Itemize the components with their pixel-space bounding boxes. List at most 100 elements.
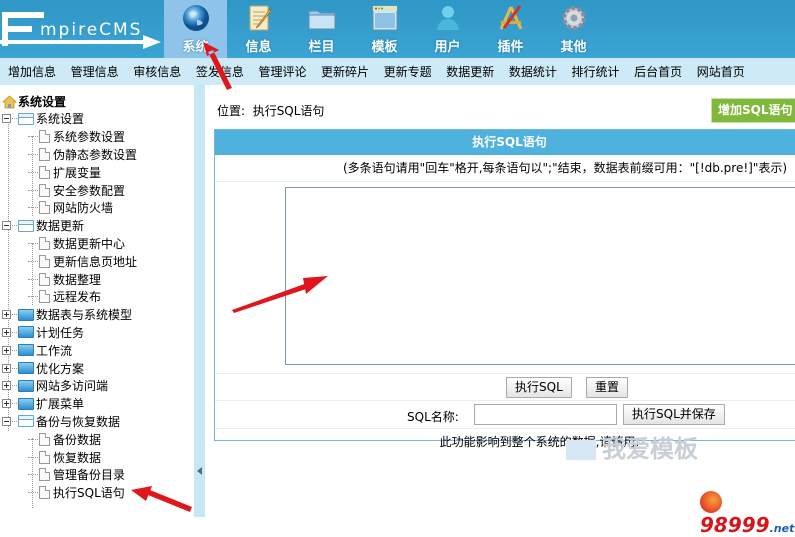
warning-text: 此功能影响到整个系统的数据,请慎用. [439,435,640,449]
collapse-icon[interactable] [2,416,11,426]
tree-group-optimization[interactable]: 优化方案 [2,359,137,377]
tree-item[interactable]: 更新信息页地址 [2,252,137,270]
gear-icon [561,6,586,30]
tree-group-system-settings[interactable]: 系统设置 [2,110,137,128]
nav-label: 插件 [497,40,524,55]
tree-item-label: 管理备份目录 [53,468,126,483]
tree-item[interactable]: 扩展变量 [2,163,137,181]
menu-data-update[interactable]: 数据更新 [446,63,494,80]
tree-group-multi-access[interactable]: 网站多访问端 [2,377,137,395]
sql-textarea[interactable] [285,187,795,365]
sidebar-splitter[interactable] [194,85,205,517]
document-icon [39,201,50,215]
tree-item[interactable]: 网站防火墙 [2,199,137,217]
tree-item[interactable]: 数据更新中心 [2,235,137,253]
document-icon [39,183,50,197]
menu-manage-comments[interactable]: 管理评论 [258,63,306,80]
tree-group-extended-menu[interactable]: 扩展菜单 [2,395,137,413]
menu-update-fragments[interactable]: 更新碎片 [321,63,369,80]
nav-info[interactable]: 信息 [227,0,290,58]
brand-suffix: .net [769,521,795,535]
expand-icon[interactable] [2,381,11,391]
menu-data-stats[interactable]: 数据统计 [509,63,557,80]
globe-icon [182,5,209,31]
logo-text: mpireCMS [40,20,143,40]
expand-icon[interactable] [2,345,11,355]
expand-icon[interactable] [2,327,11,337]
tree-group-workflow[interactable]: 工作流 [2,341,137,359]
document-icon [39,450,50,464]
expand-icon[interactable] [2,310,11,320]
execute-sql-button[interactable]: 执行SQL [506,377,572,398]
sql-textarea-row [215,182,795,374]
document-icon [39,432,50,446]
add-sql-button[interactable]: 增加SQL语句 [711,98,795,123]
nav-plugin[interactable]: 插件 [479,0,542,58]
watermark-brand: 98999.net [700,488,795,537]
nav-column[interactable]: 栏目 [290,0,353,58]
collapse-sidebar-icon[interactable] [197,467,202,475]
tree-item[interactable]: 伪静态参数设置 [2,146,137,164]
tree-item[interactable]: 恢复数据 [2,448,137,466]
collapse-icon[interactable] [2,221,11,231]
tree-item[interactable]: 数据整理 [2,270,137,288]
tools-icon [499,5,522,30]
document-icon [39,468,50,482]
tree-item[interactable]: 系统参数设置 [2,128,137,146]
nav-user[interactable]: 用户 [416,0,479,58]
document-icon [39,147,50,161]
tree-group-data-update[interactable]: 数据更新 [2,217,137,235]
tree-item-execute-sql[interactable]: 执行SQL语句 [2,484,137,502]
tree-group-label: 备份与恢复数据 [36,414,121,429]
top-bar: mpireCMS 系统 信息 栏目 模板 用户 插件 其他 [0,0,795,58]
expand-icon[interactable] [2,399,11,409]
folder-icon [18,362,34,375]
expand-icon[interactable] [2,363,11,373]
tree-item-label: 远程发布 [53,290,102,305]
user-icon [436,6,459,30]
tree-group-label: 计划任务 [36,325,85,340]
action-buttons-row: 执行SQL 重置 [215,374,795,401]
notepad-pencil-icon [249,5,271,31]
brand-text: 98999 [700,512,770,537]
tree-group-label: 优化方案 [36,361,85,376]
menu-update-topics[interactable]: 更新专题 [384,63,432,80]
tree-item-label: 安全参数配置 [53,183,126,198]
menu-add-info[interactable]: 增加信息 [8,63,56,80]
menu-manage-info[interactable]: 管理信息 [71,63,119,80]
sidebar: 系统设置 系统设置 系统参数设置 伪静态参数设置 扩展变量 安全参数配置 网站防… [0,85,194,517]
tree-item[interactable]: 安全参数配置 [2,181,137,199]
sql-name-input[interactable] [474,404,617,425]
folder-icon [18,379,34,392]
reset-button[interactable]: 重置 [586,377,629,398]
tree-item[interactable]: 远程发布 [2,288,137,306]
menu-ranking-stats[interactable]: 排行统计 [571,63,619,80]
tree-group-backup-restore[interactable]: 备份与恢复数据 [2,413,137,431]
tree-item-label: 数据整理 [53,272,102,287]
tree-item[interactable]: 备份数据 [2,430,137,448]
nav-label: 信息 [245,40,272,55]
tree-group-label: 扩展菜单 [36,397,85,412]
menu-sign-info[interactable]: 签发信息 [196,63,244,80]
nav-other[interactable]: 其他 [542,0,605,58]
nav-template[interactable]: 模板 [353,0,416,58]
menu-site-home[interactable]: 网站首页 [697,63,745,80]
breadcrumb: 位置: 执行SQL语句 [217,102,324,119]
menu-admin-home[interactable]: 后台首页 [634,63,682,80]
tree-group-scheduled-tasks[interactable]: 计划任务 [2,324,137,342]
tree-item-label: 伪静态参数设置 [53,147,138,162]
tree-group-tables-models[interactable]: 数据表与系统模型 [2,306,137,324]
breadcrumb-current[interactable]: 执行SQL语句 [253,104,325,118]
tree-item-label: 数据更新中心 [53,236,126,251]
collapse-icon[interactable] [2,114,11,124]
document-icon [39,254,50,268]
breadcrumb-label: 位置: [217,104,246,118]
top-nav: 系统 信息 栏目 模板 用户 插件 其他 [164,0,605,58]
watermark-logo-icon [566,440,596,460]
tree-item[interactable]: 管理备份目录 [2,466,137,484]
tree-item-label: 执行SQL语句 [53,486,125,501]
menu-review-info[interactable]: 审核信息 [133,63,181,80]
window-template-icon [372,5,397,31]
nav-system[interactable]: 系统 [164,0,227,58]
execute-save-button[interactable]: 执行SQL并保存 [623,404,725,425]
